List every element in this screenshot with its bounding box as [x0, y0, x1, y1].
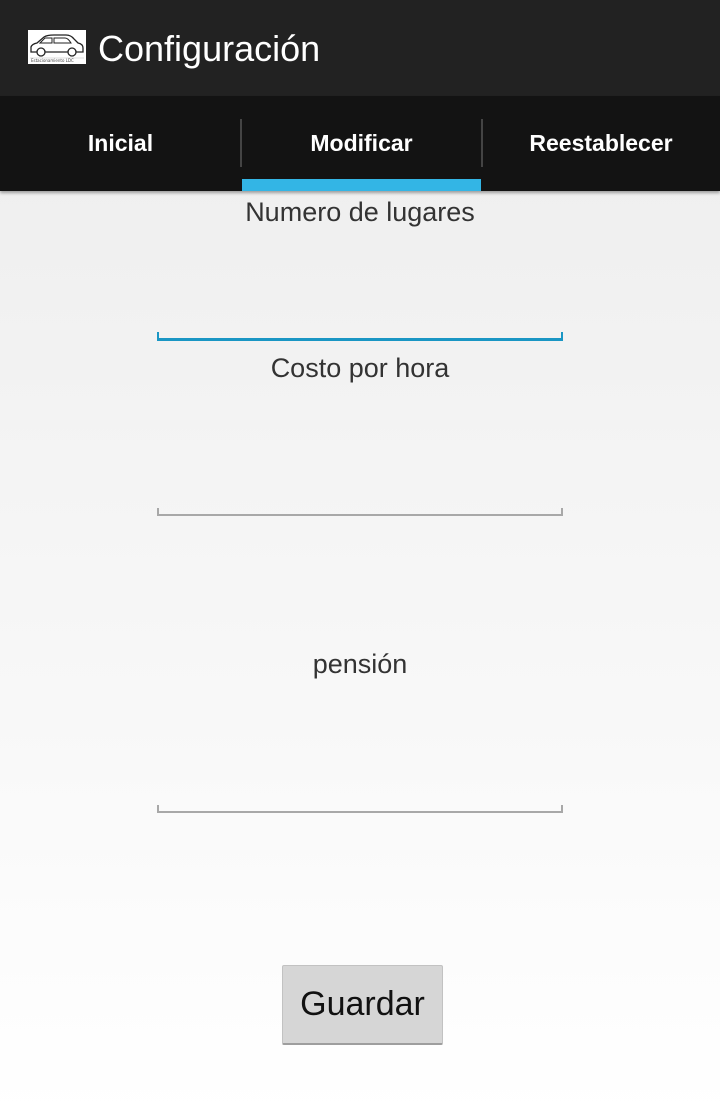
save-button[interactable]: Guardar	[282, 965, 443, 1045]
tab-inicial[interactable]: Inicial	[0, 96, 241, 191]
page-title: Configuración	[98, 28, 321, 69]
pension-input[interactable]	[157, 745, 563, 805]
tab-reestablecer[interactable]: Reestablecer	[482, 96, 720, 191]
pension-underline	[157, 805, 563, 813]
tab-label: Reestablecer	[529, 130, 673, 156]
selected-tab-indicator	[242, 179, 481, 191]
action-bar: Estacionamiento LDC Configuración	[0, 0, 720, 96]
car-logo-icon: Estacionamiento LDC	[28, 30, 86, 64]
costo-por-hora-label: Costo por hora	[270, 353, 450, 383]
pension-label: pensión	[312, 649, 408, 679]
numero-de-lugares-label: Numero de lugares	[245, 197, 475, 227]
tab-label: Inicial	[87, 130, 154, 156]
numero-de-lugares-underline	[157, 332, 563, 341]
logo-caption: Estacionamiento LDC	[31, 58, 74, 63]
costo-por-hora-underline	[157, 508, 563, 516]
numero-de-lugares-input[interactable]	[157, 272, 563, 332]
tab-label: Modificar	[310, 130, 413, 156]
tab-bar: Inicial Modificar Reestablecer	[0, 96, 720, 191]
costo-por-hora-input[interactable]	[157, 448, 563, 508]
tab-modificar[interactable]: Modificar	[242, 96, 481, 191]
